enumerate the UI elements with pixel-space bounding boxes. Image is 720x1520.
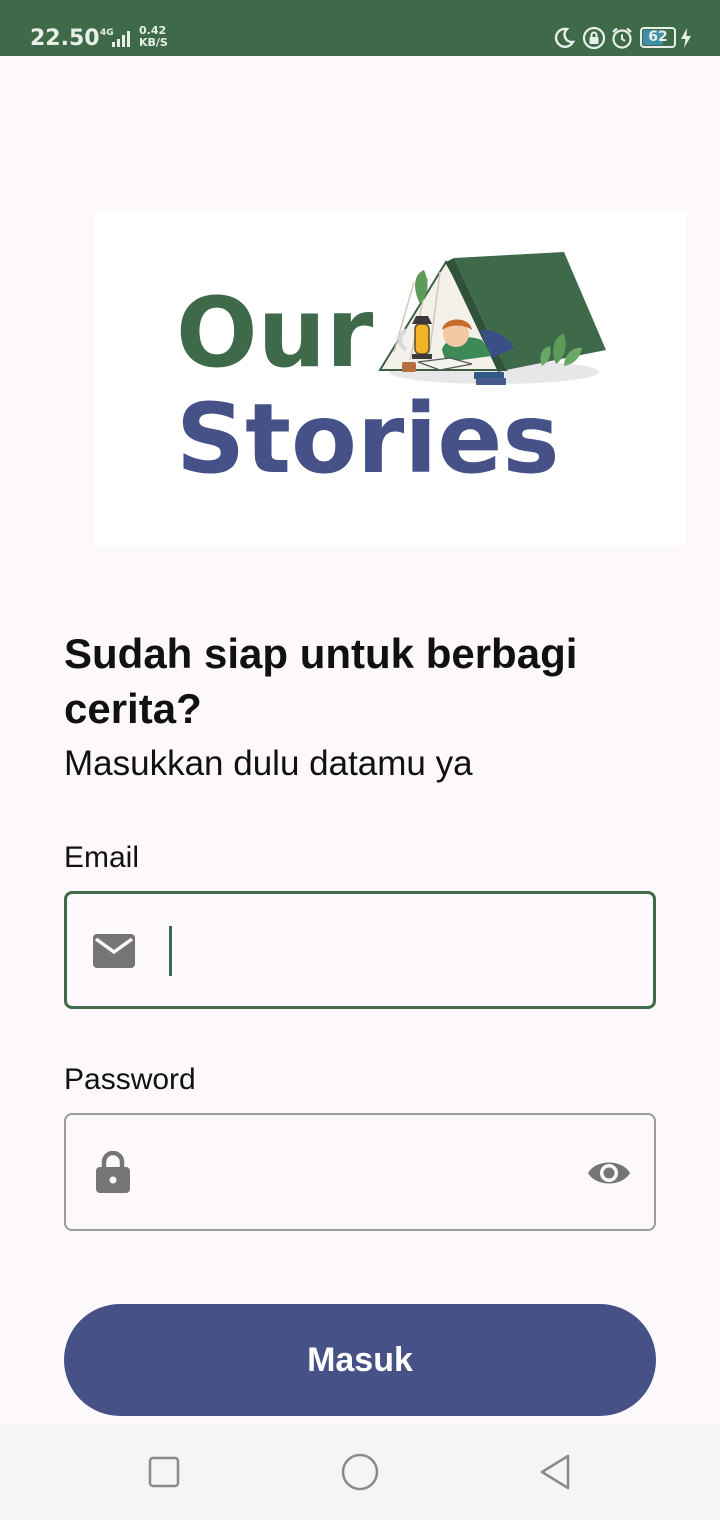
status-time: 22.50 bbox=[30, 26, 100, 51]
password-input[interactable] bbox=[166, 1145, 586, 1199]
status-bar: 22.50 4G 0.42 KB/S 62 bbox=[0, 0, 720, 56]
logo-text-our: Our bbox=[176, 277, 374, 389]
charging-icon bbox=[681, 28, 691, 48]
app-logo: Our Stories bbox=[94, 212, 686, 546]
back-icon[interactable] bbox=[532, 1448, 580, 1496]
rotation-lock-icon bbox=[582, 26, 606, 50]
logo-text-stories: Stories bbox=[176, 383, 559, 495]
password-field[interactable] bbox=[64, 1113, 656, 1231]
password-label: Password bbox=[64, 1063, 196, 1096]
recent-apps-icon[interactable] bbox=[140, 1448, 188, 1496]
page-title: Sudah siap untuk berbagi cerita? bbox=[64, 630, 578, 732]
mail-icon bbox=[93, 934, 135, 968]
signal-icon bbox=[112, 31, 130, 47]
page-subtitle: Masukkan dulu datamu ya bbox=[64, 744, 473, 783]
eye-icon[interactable] bbox=[586, 1157, 632, 1189]
battery-icon: 62 bbox=[640, 27, 676, 48]
email-input[interactable] bbox=[167, 924, 587, 978]
moon-icon bbox=[554, 27, 576, 48]
speed-unit: KB/S bbox=[139, 36, 168, 49]
alarm-icon bbox=[612, 27, 632, 49]
email-field[interactable] bbox=[64, 891, 656, 1009]
system-nav-bar bbox=[0, 1424, 720, 1520]
home-icon[interactable] bbox=[336, 1448, 384, 1496]
network-speed: 0.42 KB/S bbox=[139, 25, 168, 49]
logo-illustration: Our Stories bbox=[176, 252, 606, 495]
login-button[interactable]: Masuk bbox=[64, 1304, 656, 1416]
email-label: Email bbox=[64, 841, 140, 874]
text-cursor bbox=[169, 926, 172, 976]
lock-icon bbox=[96, 1151, 130, 1193]
battery-level: 62 bbox=[648, 29, 668, 45]
